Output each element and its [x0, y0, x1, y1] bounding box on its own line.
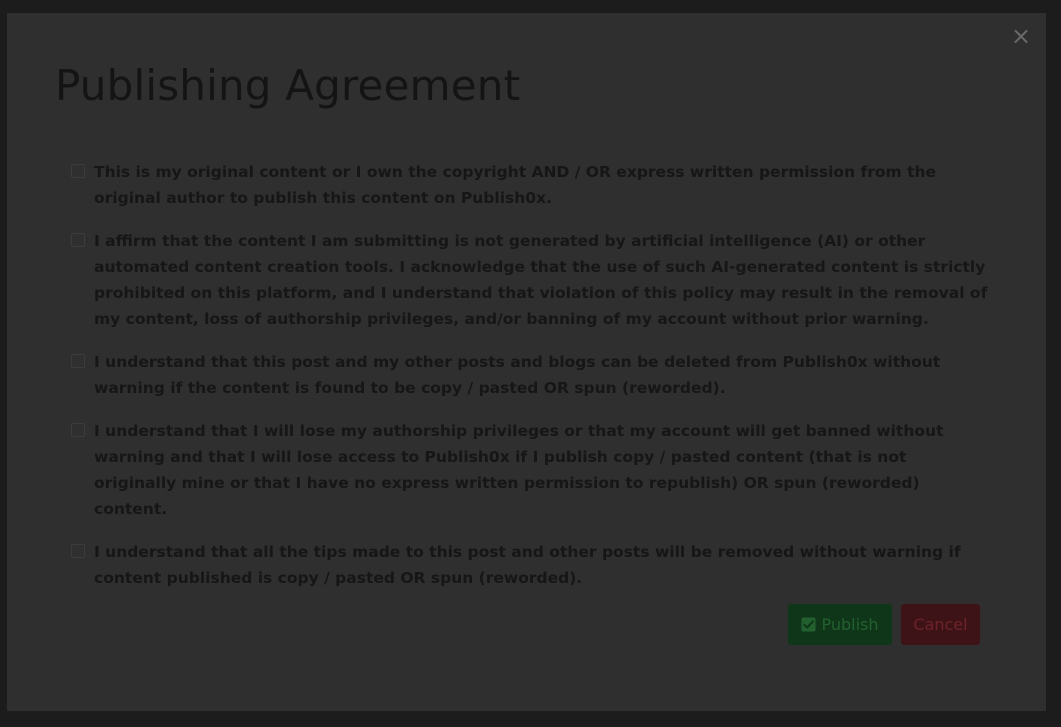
agreement-item-no-ai[interactable]: I affirm that the content I am submittin…	[71, 228, 989, 332]
publish-button[interactable]: Publish	[788, 604, 892, 645]
cancel-button[interactable]: Cancel	[901, 604, 980, 645]
agreement-checklist: This is my original content or I own the…	[71, 159, 989, 608]
agreement-item-original-content[interactable]: This is my original content or I own the…	[71, 159, 989, 211]
agreement-item-ban[interactable]: I understand that I will lose my authors…	[71, 418, 989, 522]
modal-title: Publishing Agreement	[55, 61, 521, 110]
agreement-item-deletion[interactable]: I understand that this post and my other…	[71, 349, 989, 401]
publishing-agreement-modal: × Publishing Agreement This is my origin…	[7, 13, 1046, 711]
agreement-checkbox[interactable]	[71, 354, 85, 368]
cancel-button-label: Cancel	[913, 615, 968, 634]
agreement-label[interactable]: I affirm that the content I am submittin…	[94, 228, 989, 332]
agreement-checkbox[interactable]	[71, 164, 85, 178]
agreement-label[interactable]: This is my original content or I own the…	[94, 159, 989, 211]
agreement-label[interactable]: I understand that this post and my other…	[94, 349, 989, 401]
agreement-checkbox[interactable]	[71, 544, 85, 558]
publish-button-label: Publish	[821, 615, 879, 634]
agreement-label[interactable]: I understand that all the tips made to t…	[94, 539, 989, 591]
agreement-item-tips-removed[interactable]: I understand that all the tips made to t…	[71, 539, 989, 591]
agreement-checkbox[interactable]	[71, 233, 85, 247]
close-icon[interactable]: ×	[1010, 23, 1032, 49]
agreement-label[interactable]: I understand that I will lose my authors…	[94, 418, 989, 522]
agreement-checkbox[interactable]	[71, 423, 85, 437]
modal-actions: Publish Cancel	[788, 604, 980, 645]
check-square-icon	[801, 617, 817, 632]
